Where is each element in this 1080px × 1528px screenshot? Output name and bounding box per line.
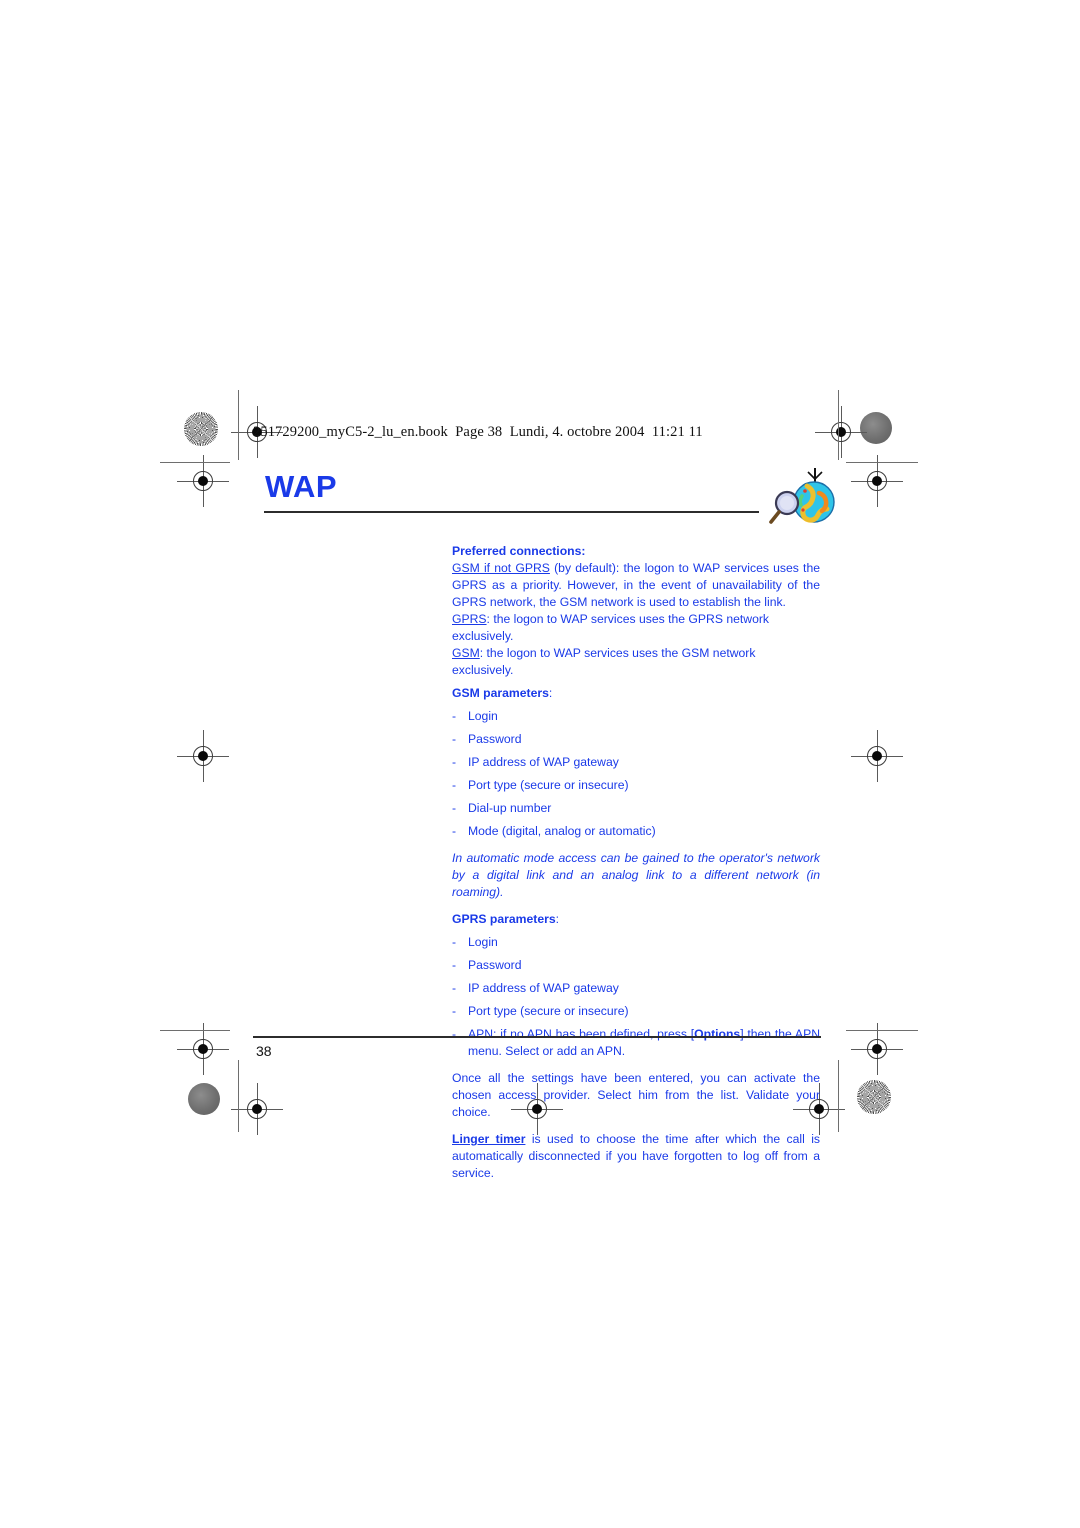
gsm-parameters-label: GSM parameters — [452, 686, 549, 700]
trim-rule-top-left-vertical — [238, 390, 239, 460]
list-item: - Login — [452, 934, 820, 951]
list-item: - IP address of WAP gateway — [452, 980, 820, 997]
list-item-label: Dial-up number — [468, 801, 552, 815]
linger-timer-paragraph: Linger timer is used to choose the time … — [452, 1131, 820, 1182]
bullet-dash: - — [452, 824, 457, 838]
footer-divider — [253, 1036, 821, 1038]
bullet-dash: - — [452, 709, 457, 723]
star-target-mark-top-left — [184, 412, 218, 446]
registration-mark-top-right — [815, 406, 867, 458]
globe-magnifier-icon — [767, 466, 837, 530]
gprs-parameters-heading: GPRS parameters: — [452, 911, 820, 928]
gprs-link: GPRS — [452, 612, 487, 626]
apn-text-pre: APN: if no APN has been defined, press [ — [468, 1027, 695, 1041]
gprs-parameters-list: - Login - Password - IP address of WAP gate… — [452, 934, 820, 1060]
trim-rule-bottom-left-vertical — [238, 1060, 239, 1132]
linger-timer-label: Linger timer — [452, 1132, 526, 1146]
bullet-dash: - — [452, 1027, 457, 1041]
list-item-label: Password — [468, 732, 522, 746]
list-item-label: Password — [468, 958, 522, 972]
bullet-dash: - — [452, 958, 457, 972]
registration-mark-middle-right — [851, 730, 903, 782]
bullet-dash: - — [452, 935, 457, 949]
trim-rule-lower-right-horizontal — [846, 1030, 918, 1031]
bullet-dash: - — [452, 1004, 457, 1018]
gray-dot-mark-bottom-left — [188, 1083, 220, 1115]
options-key-label: Options — [694, 1027, 741, 1041]
trim-rule-top-right-vertical — [838, 390, 839, 460]
registration-mark-middle-left — [177, 730, 229, 782]
list-item-label: Port type (secure or insecure) — [468, 1004, 629, 1018]
trim-rule-lower-left-horizontal — [160, 1030, 230, 1031]
gsm-parameters-list: - Login - Password - IP address of WAP gate… — [452, 708, 820, 840]
book-build-header: 251729200_myC5-2_lu_en.book Page 38 Lund… — [253, 424, 703, 440]
preferred-connections-paragraph-2: GPRS: the logon to WAP services uses the… — [452, 611, 820, 645]
list-item-label: Login — [468, 935, 498, 949]
gsm-parameters-colon: : — [548, 686, 553, 700]
title-divider — [264, 511, 759, 513]
list-item: - Password — [452, 731, 820, 748]
list-item: - Port type (secure or insecure) — [452, 1003, 820, 1020]
preferred-paragraph-3-rest: : the logon to WAP services uses the GSM… — [452, 646, 756, 677]
list-item-label: Port type (secure or insecure) — [468, 778, 629, 792]
list-item: - Password — [452, 957, 820, 974]
gsm-parameters-heading: GSM parameters: — [452, 685, 820, 702]
gprs-parameters-label: GPRS parameters — [452, 912, 556, 926]
list-item: - Dial-up number — [452, 800, 820, 817]
list-item: - Login — [452, 708, 820, 725]
list-item: - Mode (digital, analog or automatic) — [452, 823, 820, 840]
settings-activation-paragraph: Once all the settings have been entered,… — [452, 1071, 820, 1119]
preferred-connections-heading: Preferred connections: — [452, 544, 586, 558]
bullet-dash: - — [452, 981, 457, 995]
star-target-mark-bottom-right — [857, 1080, 891, 1114]
page-title: WAP — [265, 469, 338, 504]
bullet-dash: - — [452, 755, 457, 769]
automatic-mode-note: In automatic mode access can be gained t… — [452, 851, 820, 899]
preferred-paragraph-2-rest: : the logon to WAP services uses the GPR… — [452, 612, 770, 643]
list-item-label: IP address of WAP gateway — [468, 981, 619, 995]
list-item-label: Mode (digital, analog or automatic) — [468, 824, 656, 838]
list-item-label: IP address of WAP gateway — [468, 755, 619, 769]
list-item: - Port type (secure or insecure) — [452, 777, 820, 794]
list-item-apn: - APN: if no APN has been defined, press … — [452, 1026, 820, 1060]
trim-rule-upper-right-horizontal — [846, 462, 918, 463]
gsm-link: GSM — [452, 646, 480, 660]
gsm-if-not-gprs-link: GSM if not GPRS — [452, 561, 550, 575]
trim-rule-bottom-right-vertical — [838, 1060, 839, 1132]
preferred-connections-paragraph-1: GSM if not GPRS (by default): the logon … — [452, 560, 820, 611]
page-number: 38 — [256, 1043, 272, 1059]
trim-rule-upper-left-horizontal — [160, 462, 230, 463]
gprs-parameters-colon: : — [555, 912, 560, 926]
list-item: - IP address of WAP gateway — [452, 754, 820, 771]
body-content: Preferred connections: GSM if not GPRS (… — [452, 543, 820, 1182]
bullet-dash: - — [452, 801, 457, 815]
bullet-dash: - — [452, 732, 457, 746]
list-item-label: Login — [468, 709, 498, 723]
preferred-connections-paragraph-3: GSM: the logon to WAP services uses the … — [452, 645, 820, 679]
manual-page: 251729200_myC5-2_lu_en.book Page 38 Lund… — [0, 0, 1080, 1528]
bullet-dash: - — [452, 778, 457, 792]
